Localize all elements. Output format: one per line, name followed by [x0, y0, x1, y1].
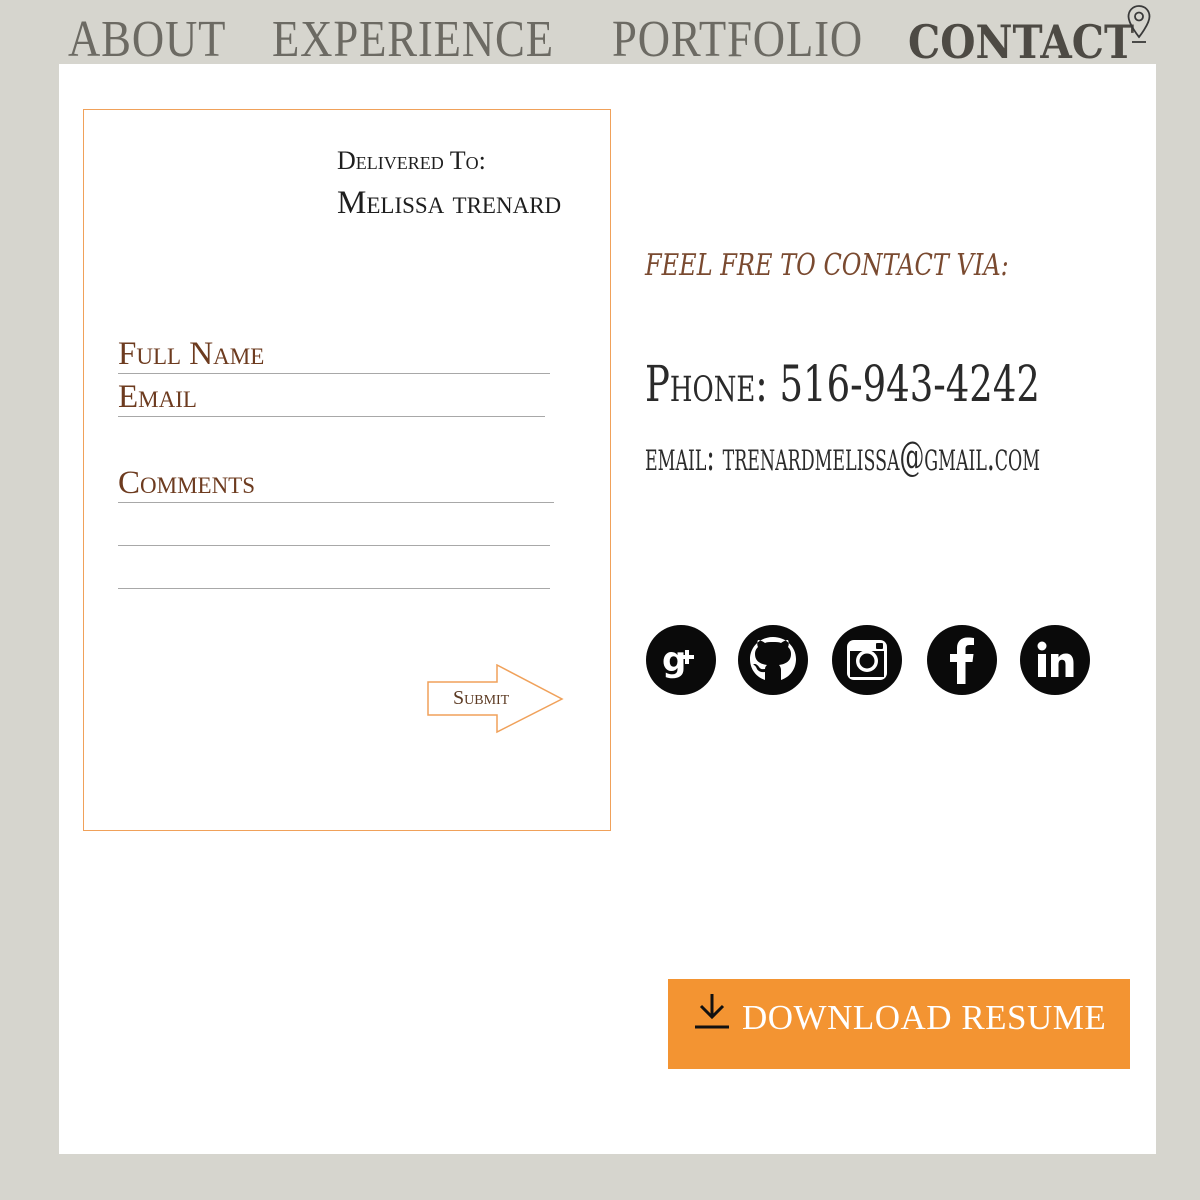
facebook-icon[interactable]: [926, 624, 998, 696]
comments-field-line-1[interactable]: [118, 502, 554, 503]
contact-heading: FEEL FRE TO CONTACT VIA:: [645, 248, 1009, 283]
github-icon[interactable]: [737, 624, 809, 696]
contact-panel: Delivered To: Melissa trenard Full Name …: [59, 64, 1156, 1154]
contact-form-card: Delivered To: Melissa trenard Full Name …: [83, 109, 611, 831]
nav-portfolio-link[interactable]: PORTFOLIO: [612, 10, 863, 70]
google-plus-icon[interactable]: g: [645, 624, 717, 696]
download-resume-button[interactable]: DOWNLOAD RESUME: [668, 979, 1130, 1069]
email-address[interactable]: email: trenardmelissa@gmail.com: [645, 434, 1040, 480]
nav-about-link[interactable]: ABOUT: [68, 10, 226, 70]
full-name-label: Full Name: [118, 336, 265, 372]
phone-number: Phone: 516-943-4242: [645, 355, 1040, 413]
delivered-to-label: Delivered To:: [337, 146, 486, 175]
map-pin-icon: [1127, 5, 1151, 43]
instagram-icon[interactable]: [831, 624, 903, 696]
submit-label: Submit: [453, 687, 510, 709]
download-resume-label: DOWNLOAD RESUME: [742, 998, 1107, 1037]
full-name-field[interactable]: [118, 373, 550, 374]
nav-experience-link[interactable]: EXPERIENCE: [272, 10, 554, 70]
nav-contact-link[interactable]: CONTACT: [908, 14, 1134, 70]
comments-field-line-3[interactable]: [118, 588, 550, 589]
comments-label: Comments: [118, 465, 256, 501]
delivered-to-name: Melissa trenard: [337, 185, 562, 221]
top-nav: ABOUT EXPERIENCE PORTFOLIO CONTACT: [0, 0, 1200, 69]
comments-field-line-2[interactable]: [118, 545, 550, 546]
email-field[interactable]: [118, 416, 545, 417]
linkedin-icon[interactable]: [1019, 624, 1091, 696]
email-label: Email: [118, 379, 197, 415]
svg-text:g: g: [662, 640, 686, 680]
submit-button[interactable]: Submit: [427, 664, 565, 736]
download-icon: [695, 994, 729, 1029]
